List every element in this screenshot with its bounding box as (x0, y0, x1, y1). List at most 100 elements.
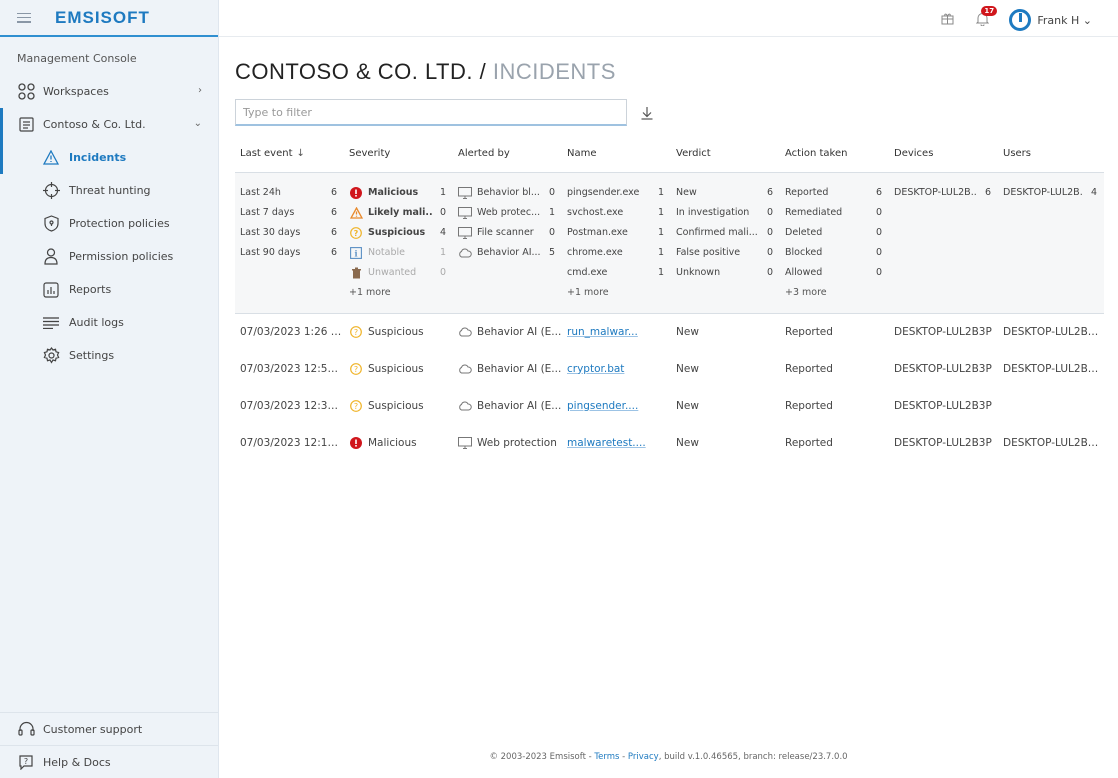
facet-item[interactable]: New 6 (676, 183, 775, 203)
chevron-right-icon: › (198, 85, 202, 96)
list-icon (42, 314, 60, 332)
warning-icon (42, 149, 60, 167)
svg-text:?: ? (354, 229, 359, 238)
cell-verdict: New (676, 362, 699, 375)
facet-item[interactable]: Behavior AI... 5 (458, 243, 557, 263)
cell-device: DESKTOP-LUL2B3P (894, 325, 992, 338)
terms-link[interactable]: Terms (594, 752, 619, 762)
page-title-section: INCIDENTS (492, 59, 616, 84)
cloud-icon (458, 325, 472, 339)
table-row[interactable]: 07/03/2023 12:14 ... Malicious Web prote… (235, 424, 1104, 461)
facet-item[interactable]: Web protec... 1 (458, 203, 557, 223)
show-more-link[interactable]: +3 more (785, 283, 884, 303)
facet-item[interactable]: Deleted 0 (785, 223, 884, 243)
malicious-icon (349, 186, 363, 200)
crosshair-icon (42, 182, 60, 200)
hamburger-menu-icon[interactable] (17, 12, 31, 23)
likely-malicious-icon (349, 206, 363, 220)
cell-name[interactable]: cryptor.bat (562, 350, 671, 387)
facet-item[interactable]: File scanner 0 (458, 223, 557, 243)
cell-severity: ? Suspicious (344, 350, 453, 387)
facet-item[interactable]: Last 90 days 6 (240, 243, 339, 263)
facet-item[interactable]: Last 7 days 6 (240, 203, 339, 223)
cell-action-taken: Reported (785, 325, 833, 338)
cell-verdict: New (676, 399, 699, 412)
cell-name[interactable]: run_malwar... (562, 313, 671, 350)
facet-item[interactable]: Malicious 1 (349, 183, 448, 203)
sidebar-item-audit-logs[interactable]: Audit logs (0, 306, 218, 339)
cell-alerted-by: Behavior AI (E... (453, 313, 562, 350)
facet-item[interactable]: Postman.exe 1 (567, 223, 666, 243)
facet-item[interactable]: Likely mali... 0 (349, 203, 448, 223)
emsisoft-logo[interactable]: EMSISOFT (55, 8, 150, 28)
sidebar-item-permission-policies[interactable]: Permission policies (0, 240, 218, 273)
filter-input[interactable] (235, 99, 627, 126)
sidebar-item-label: Audit logs (69, 316, 124, 329)
summary-devices: DESKTOP-LUL2B... 6 (889, 172, 998, 314)
column-header-last-event[interactable]: Last event ↓ (235, 136, 344, 173)
column-header-users[interactable]: Users (998, 136, 1104, 173)
chevron-down-icon: ⌄ (1082, 13, 1092, 27)
column-header-action-taken[interactable]: Action taken (780, 136, 889, 173)
download-icon[interactable] (639, 105, 655, 121)
help-icon: ? (17, 753, 35, 771)
show-more-link[interactable]: +1 more (567, 283, 666, 303)
facet-item[interactable]: Unwanted 0 (349, 263, 448, 283)
sidebar-item-company[interactable]: Contoso & Co. Ltd. ⌄ (0, 108, 218, 141)
cell-name[interactable]: pingsender.... (562, 387, 671, 424)
sidebar-item-protection-policies[interactable]: Protection policies (0, 207, 218, 240)
sidebar-item-label: Help & Docs (43, 755, 111, 769)
sidebar-item-customer-support[interactable]: Customer support (0, 712, 218, 745)
facet-item[interactable]: In investigation 0 (676, 203, 775, 223)
sidebar-item-threat-hunting[interactable]: Threat hunting (0, 174, 218, 207)
column-header-alerted-by[interactable]: Alerted by (453, 136, 562, 173)
table-row[interactable]: 07/03/2023 1:26 PM ? Suspicious Behavior … (235, 313, 1104, 350)
filter-row (235, 99, 1104, 126)
facet-item[interactable]: DESKTOP-LUL2B... 6 (894, 183, 993, 203)
summary-action-taken: Reported 6 Remediated 0 Deleted 0 Blocked 0 … (780, 172, 889, 314)
facet-item[interactable]: Blocked 0 (785, 243, 884, 263)
company-icon (17, 116, 35, 134)
gift-icon[interactable] (941, 12, 954, 28)
facet-item[interactable]: False positive 0 (676, 243, 775, 263)
cell-name[interactable]: malwaretest.... (562, 424, 671, 461)
facet-item[interactable]: DESKTOP-LUL2B... 4 (1003, 183, 1099, 203)
chevron-down-icon: ⌄ (193, 118, 202, 129)
facet-item[interactable]: Behavior bl... 0 (458, 183, 557, 203)
facet-item[interactable]: Last 30 days 6 (240, 223, 339, 243)
facet-item[interactable]: pingsender.exe 1 (567, 183, 666, 203)
privacy-link[interactable]: Privacy (628, 752, 659, 762)
facet-item[interactable]: Remediated 0 (785, 203, 884, 223)
column-header-devices[interactable]: Devices (889, 136, 998, 173)
cell-user: DESKTOP-LUL2B3... (1003, 325, 1104, 338)
footer: © 2003-2023 Emsisoft - Terms - Privacy, … (489, 752, 848, 762)
facet-item[interactable]: Reported 6 (785, 183, 884, 203)
column-header-name[interactable]: Name (562, 136, 671, 173)
user-avatar[interactable] (1009, 9, 1032, 31)
facet-item[interactable]: svchost.exe 1 (567, 203, 666, 223)
facet-item[interactable]: ? Suspicious 4 (349, 223, 448, 243)
facet-item[interactable]: Last 24h 6 (240, 183, 339, 203)
svg-text:?: ? (354, 365, 358, 374)
sidebar-item-workspaces[interactable]: Workspaces › (0, 75, 218, 108)
cell-user: DESKTOP-LUL2B3... (1003, 362, 1104, 375)
sidebar-item-incidents[interactable]: Incidents (0, 141, 218, 174)
user-menu[interactable]: Frank H ⌄ (1037, 14, 1092, 27)
show-more-link[interactable]: +1 more (349, 283, 448, 303)
facet-item[interactable]: Confirmed mali... 0 (676, 223, 775, 243)
facet-item[interactable]: chrome.exe 1 (567, 243, 666, 263)
sidebar-item-reports[interactable]: Reports (0, 273, 218, 306)
facet-item[interactable]: Allowed 0 (785, 263, 884, 283)
cell-user (998, 387, 1104, 424)
facet-item[interactable]: cmd.exe 1 (567, 263, 666, 283)
column-header-severity[interactable]: Severity (344, 136, 453, 173)
table-row[interactable]: 07/03/2023 12:31 ... ? Suspicious Behavio… (235, 387, 1104, 424)
facet-item[interactable]: i Notable 1 (349, 243, 448, 263)
facet-item[interactable]: Unknown 0 (676, 263, 775, 283)
notifications-bell-icon[interactable]: 17 (976, 5, 998, 29)
table-row[interactable]: 07/03/2023 12:52 ... ? Suspicious Behavio… (235, 350, 1104, 387)
sidebar-item-help-docs[interactable]: ? Help & Docs (0, 745, 218, 778)
sidebar-item-settings[interactable]: Settings (0, 339, 218, 372)
trash-icon (349, 266, 363, 280)
column-header-verdict[interactable]: Verdict (671, 136, 780, 173)
